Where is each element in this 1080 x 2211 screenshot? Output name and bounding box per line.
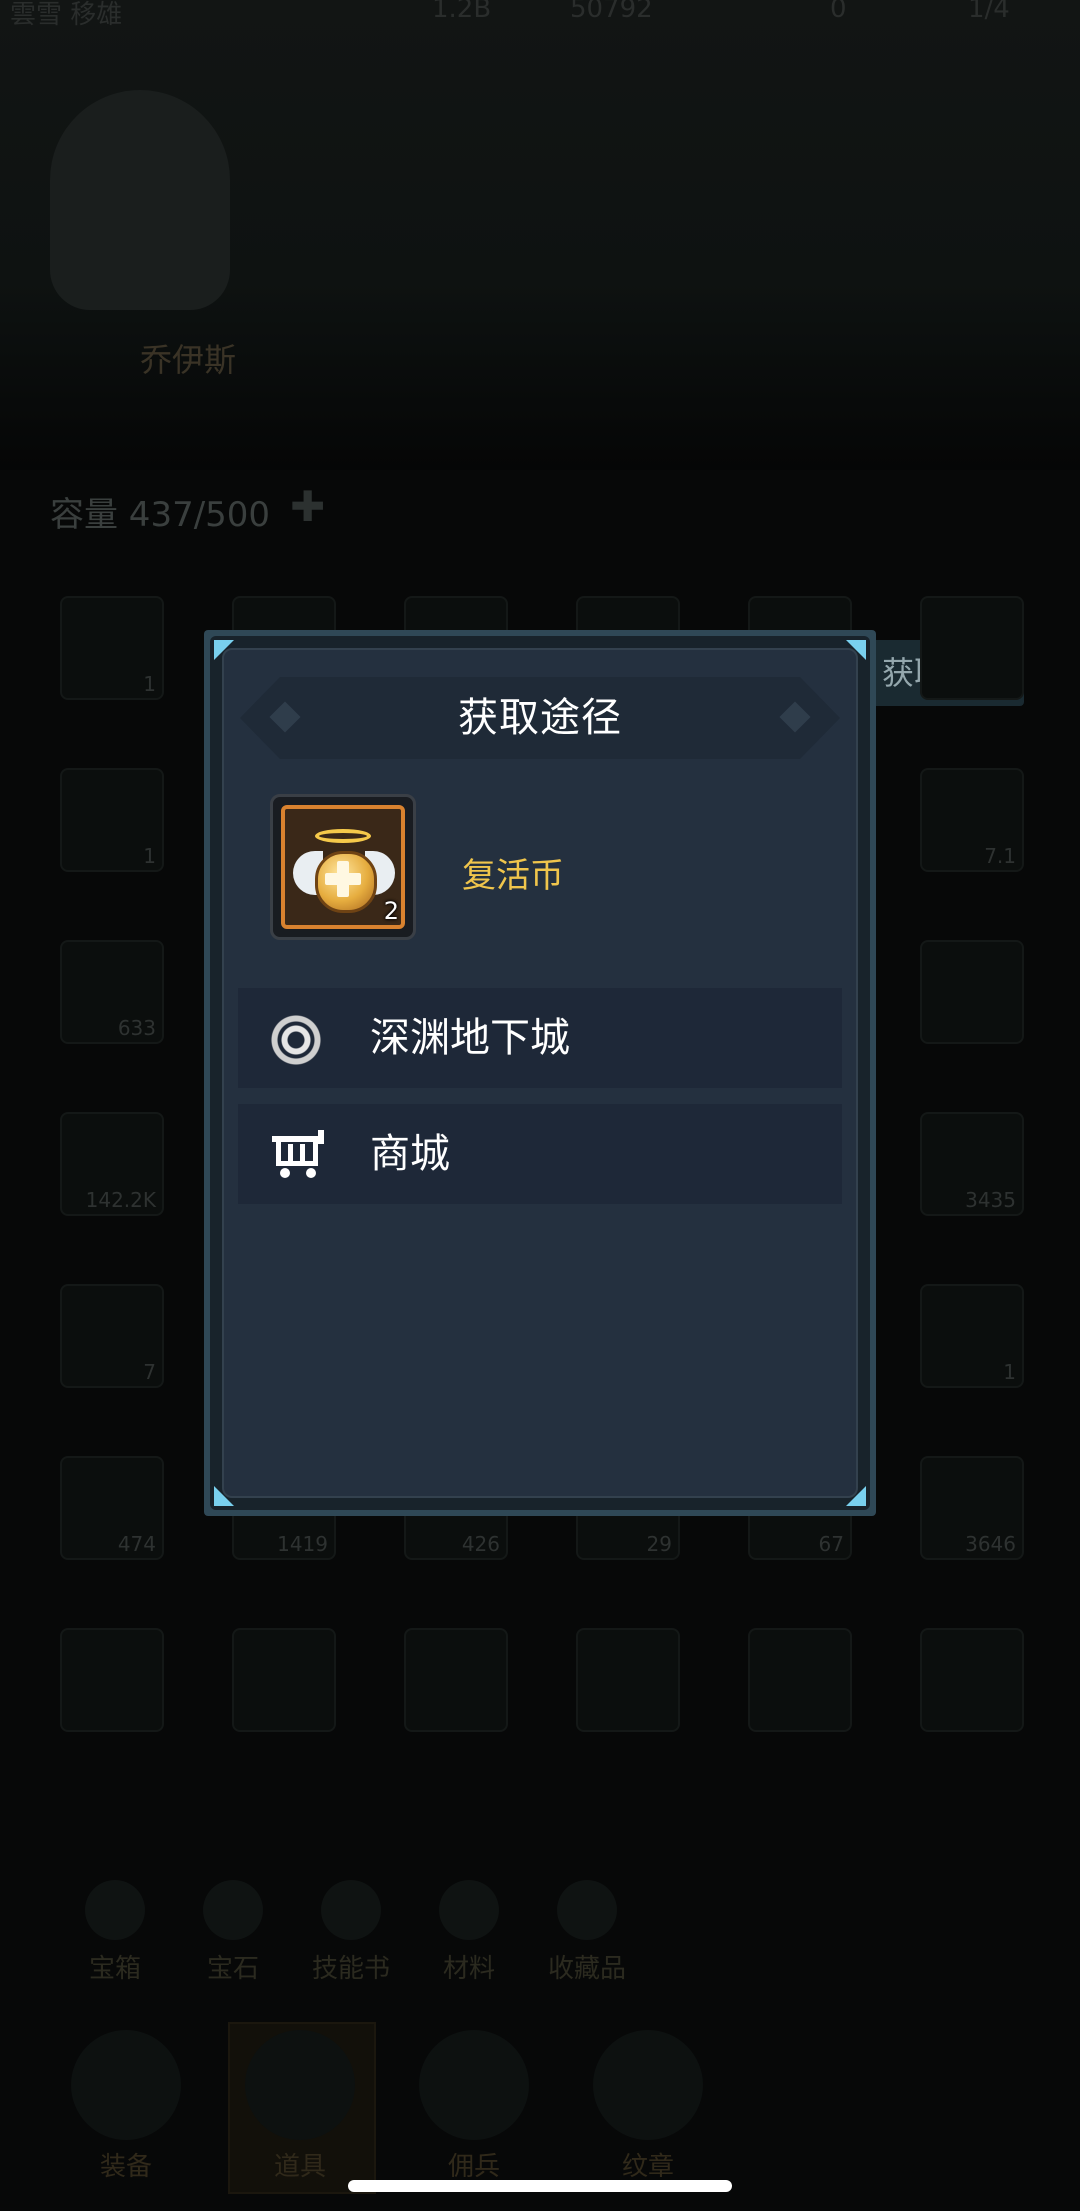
inventory-slot[interactable]: 142.2K: [60, 1112, 164, 1216]
inventory-slot[interactable]: [404, 1628, 508, 1732]
obtain-route-dialog[interactable]: 获取途径 2 复活币 深渊地下城 商城: [204, 630, 876, 1516]
slot-count: 7.1: [984, 844, 1016, 868]
add-capacity-icon[interactable]: ✚: [290, 482, 325, 531]
inventory-capacity: 容量 437/500: [50, 495, 271, 535]
nav-mercenary[interactable]: 佣兵: [414, 2030, 534, 2183]
slot-count: 1: [143, 844, 156, 868]
nav-items[interactable]: 道具: [240, 2030, 360, 2183]
abyss-swirl-icon: [270, 1014, 326, 1066]
resource-bar: 雲雪 移雄 1.2B 50792 0 1/4: [0, 0, 1080, 30]
slot-count: 1: [1003, 1360, 1016, 1384]
source-label: 深渊地下城: [370, 1015, 570, 1061]
inventory-slot[interactable]: 474: [60, 1456, 164, 1560]
home-indicator[interactable]: [348, 2180, 732, 2192]
dialog-title: 获取途径: [458, 695, 622, 741]
item-count: 2: [383, 897, 399, 925]
shop-cart-icon: [270, 1130, 326, 1180]
slot-count: 3435: [965, 1188, 1016, 1212]
slot-count: 29: [646, 1532, 672, 1556]
collection-icon: [557, 1880, 617, 1940]
inventory-slot[interactable]: [748, 1628, 852, 1732]
slot-count: 7: [143, 1360, 156, 1384]
inventory-slot[interactable]: [920, 940, 1024, 1044]
slot-count: 1: [143, 672, 156, 696]
inventory-slot[interactable]: 1: [60, 768, 164, 872]
inventory-slot[interactable]: [60, 1628, 164, 1732]
source-abyss-dungeon[interactable]: 深渊地下城: [238, 988, 842, 1088]
emblem-icon: [593, 2030, 703, 2140]
slot-count: 426: [461, 1532, 500, 1556]
inventory-slot[interactable]: [920, 1628, 1024, 1732]
tab-skillbook[interactable]: 技能书: [296, 1880, 406, 1985]
nav-emblem[interactable]: 纹章: [588, 2030, 708, 2183]
nav-equipment[interactable]: 装备: [66, 2030, 186, 2183]
inventory-slot[interactable]: 3435: [920, 1112, 1024, 1216]
hero-portrait: [50, 90, 230, 310]
revival-coin-icon: 2: [270, 794, 416, 940]
page-indicator: 1/4: [968, 0, 1010, 24]
inventory-slot[interactable]: 7: [60, 1284, 164, 1388]
inventory-slot[interactable]: 1: [60, 596, 164, 700]
mercenary-icon: [419, 2030, 529, 2140]
source-shop[interactable]: 商城: [238, 1104, 842, 1204]
item-name: 复活币: [462, 856, 564, 896]
source-label: 商城: [370, 1131, 450, 1177]
gem-icon: [203, 1880, 263, 1940]
chest-icon: [85, 1880, 145, 1940]
tab-material[interactable]: 材料: [414, 1880, 524, 1985]
inventory-slot[interactable]: 7.1: [920, 768, 1024, 872]
book-icon: [321, 1880, 381, 1940]
tab-collection[interactable]: 收藏品: [532, 1880, 642, 1985]
extra-amount: 0: [830, 0, 847, 24]
slot-count: 1419: [277, 1532, 328, 1556]
slot-count: 474: [117, 1532, 156, 1556]
items-icon: [245, 2030, 355, 2140]
halo-icon: [315, 829, 371, 843]
slot-count: 67: [818, 1532, 844, 1556]
inventory-slot[interactable]: [576, 1628, 680, 1732]
hero-name: 乔伊斯: [140, 341, 237, 379]
gem-amount: 50792: [570, 0, 653, 24]
gold-amount: 1.2B: [432, 0, 492, 24]
slot-count: 633: [117, 1016, 156, 1040]
inventory-slot[interactable]: [920, 596, 1024, 700]
slot-count: 142.2K: [85, 1188, 156, 1212]
equipment-icon: [71, 2030, 181, 2140]
inventory-slot[interactable]: [232, 1628, 336, 1732]
dialog-title-bar: 获取途径: [240, 677, 840, 759]
slot-count: 3646: [965, 1532, 1016, 1556]
inventory-slot[interactable]: 633: [60, 940, 164, 1044]
inventory-slot[interactable]: 3646: [920, 1456, 1024, 1560]
tab-chest[interactable]: 宝箱: [60, 1880, 170, 1985]
inventory-slot[interactable]: 1: [920, 1284, 1024, 1388]
tab-gem[interactable]: 宝石: [178, 1880, 288, 1985]
resource-left: 雲雪 移雄: [10, 0, 123, 30]
material-icon: [439, 1880, 499, 1940]
cross-icon: [325, 873, 361, 885]
category-tabs: 宝箱 宝石 技能书 材料 收藏品: [0, 1880, 1080, 2020]
